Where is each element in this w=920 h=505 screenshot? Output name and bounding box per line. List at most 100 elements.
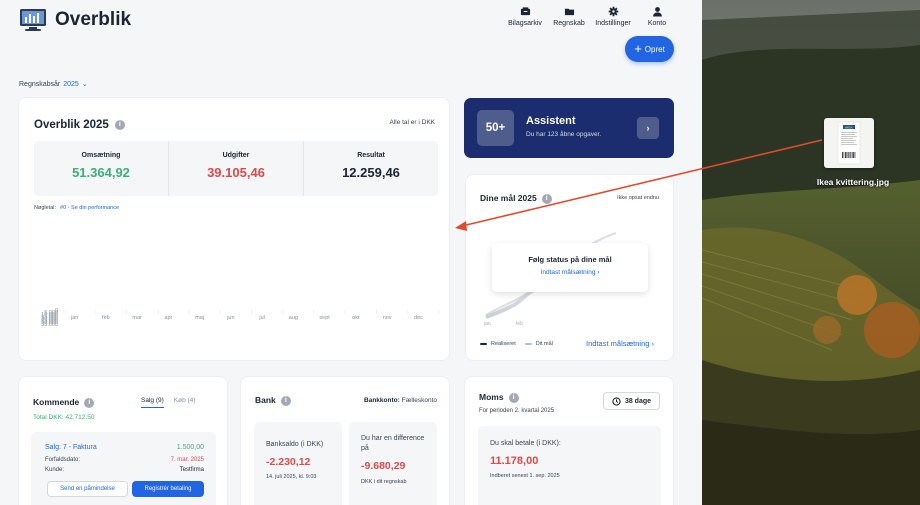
tab-sales[interactable]: Salg (9) (141, 397, 164, 408)
assistant-card[interactable]: 50+ Assistent Du har 123 åbne opgaver. › (464, 98, 674, 158)
kpi-expenses: Udgifter 39.105,46 (169, 141, 304, 196)
page-title: Overblik (55, 9, 132, 30)
bank-account-label: Bankkonto: (364, 397, 400, 404)
assistant-subtitle: Du har 123 åbne opgaver. (526, 131, 602, 138)
customer-label: Kunde: (45, 467, 65, 473)
archive-icon (520, 7, 530, 16)
performance-link[interactable]: #0 - Se din performance (60, 205, 119, 211)
invoice-amount: 1.500,00 (176, 444, 204, 451)
x-tick-label: jun (226, 315, 234, 321)
vat-pay-value: 11.178,00 (490, 455, 539, 467)
bank-balance-box: Banksaldo (i DKK) -2.230,12 14. juli 202… (254, 422, 342, 505)
nav-label: Konto (647, 20, 667, 27)
nav-label: Bilagsarkiv (508, 20, 542, 27)
x-tick-label: okt (352, 315, 360, 321)
assistant-task-badge: 50+ (477, 110, 514, 146)
vat-payment-box: Du skal betale (i DKK): 11.178,00 Indber… (478, 426, 661, 505)
goals-title: Dine mål 2025 i (480, 193, 552, 204)
goals-status: Ikke opsat endnu (617, 195, 659, 201)
bank-card: Bank i Bankkonto: Fælleskonto Banksaldo (… (240, 376, 450, 505)
bank-account-value: Fælleskonto (401, 397, 437, 404)
upcoming-item-header: Salg: 7 - Faktura 1.500,00 (45, 444, 204, 451)
receipt-thumbnail: IKEA (837, 121, 861, 165)
vat-period: For perioden 2. kvartal 2025 (479, 408, 555, 414)
desktop-background: IKEA Ikea kvittering.jpg (702, 0, 920, 505)
x-tick-label: jan (70, 315, 78, 321)
vat-card: Moms i For perioden 2. kvartal 2025 38 da… (464, 376, 674, 505)
upcoming-total: Total DKK: 42.712,50 (33, 414, 95, 421)
bank-balance-label: Banksaldo (i DKK) (266, 441, 324, 448)
nav-label: Indstillinger (595, 20, 631, 27)
info-icon[interactable]: i (508, 392, 519, 403)
x-tick-label: sept (319, 315, 330, 321)
tab-purchases[interactable]: Køb (4) (174, 397, 196, 408)
user-icon (652, 7, 662, 17)
info-icon[interactable]: i (280, 395, 291, 406)
overview-currency-note: Alle tal er i DKK (389, 119, 435, 126)
nav-indstillinger[interactable]: Indstillinger (591, 6, 635, 27)
y-tick-label: 0 (55, 308, 58, 314)
key-figures: Nøgletal: #0 - Se din performance (34, 205, 119, 211)
vat-title: Moms i (479, 392, 519, 403)
bank-title: Bank i (255, 395, 291, 406)
top-navigation: Bilagsarkiv Regnskab Indstillinger Konto (503, 6, 679, 27)
upcoming-card: Kommende i Salg (9) Køb (4) Total DKK: 42… (18, 376, 228, 505)
legend-goal-swatch (524, 343, 532, 345)
kpi-label: Resultat (357, 152, 385, 159)
goals-axis-label: jan (483, 321, 491, 327)
vat-days-remaining: 38 dage (603, 392, 660, 410)
x-tick-label: feb (102, 315, 110, 321)
customer-value: Testfirma (179, 467, 204, 473)
kpi-result: Resultat 12.259,46 (304, 141, 438, 196)
key-figures-label: Nøgletal: (34, 205, 57, 211)
goals-popup-link[interactable]: Indtast målsætning › (492, 269, 648, 276)
bank-title-text: Bank (255, 395, 276, 405)
info-icon[interactable]: i (84, 397, 95, 408)
info-icon[interactable]: i (114, 119, 125, 130)
goals-setup-popup: Følg status på dine mål Indtast målsætni… (492, 243, 648, 292)
kpi-value: 51.364,92 (72, 165, 130, 180)
nav-regnskab[interactable]: Regnskab (547, 6, 591, 27)
upcoming-tabs: Salg (9) Køb (4) (141, 397, 195, 408)
chevron-right-icon[interactable]: › (637, 117, 659, 139)
chevron-down-icon: ⌄ (81, 81, 88, 88)
goals-axis-label: feb (516, 321, 523, 327)
fiscal-year-selector[interactable]: Regnskabsår 2025 ⌄ (19, 80, 88, 88)
x-tick-label: dec (414, 315, 423, 321)
x-tick-label: nov (383, 315, 392, 321)
nav-konto[interactable]: Konto (635, 6, 679, 27)
nav-bilagsarkiv[interactable]: Bilagsarkiv (503, 6, 547, 27)
overview-card: Overblik 2025 i Alle tal er i DKK Omsætni… (18, 97, 450, 361)
overview-title-text: Overblik 2025 (34, 119, 109, 131)
folder-icon (564, 8, 574, 16)
send-reminder-button[interactable]: Send en påmindelse (47, 481, 128, 497)
bank-balance-date: 14. juli 2025, kl. 9:03 (266, 474, 317, 480)
receipt-file-icon[interactable]: IKEA (824, 118, 874, 168)
set-goal-link[interactable]: Indtast målsætning › (586, 339, 654, 348)
x-tick-label: aug (289, 315, 298, 321)
plus-icon: + (634, 41, 642, 56)
due-date-row: Forfaldsdato: 7. mar. 2025 (45, 457, 204, 463)
kpi-label: Udgifter (222, 152, 250, 159)
vat-days-text: 38 dage (624, 397, 652, 405)
create-button[interactable]: + Opret (625, 36, 674, 62)
vat-title-text: Moms (479, 392, 504, 402)
legend-actual-label: Realiseret (491, 341, 516, 347)
receipt-file-name: Ikea kvittering.jpg (816, 177, 890, 187)
assistant-title: Assistent (526, 115, 576, 127)
kpi-label: Omsætning (81, 152, 121, 159)
monthly-bar-chart: 35.00030.00025.00020.00015.00010.0005.00… (41, 308, 440, 328)
info-icon[interactable]: i (541, 193, 552, 204)
invoice-link[interactable]: Salg: 7 - Faktura (45, 444, 97, 451)
landscape-wallpaper (702, 0, 920, 505)
goals-title-text: Dine mål 2025 (480, 193, 537, 203)
vat-pay-label: Du skal betale (i DKK): (490, 440, 561, 447)
bank-difference-sub: DKK i dit regnskab (361, 479, 407, 485)
clock-icon (612, 396, 621, 406)
legend-actual-swatch (480, 343, 487, 345)
goals-legend: Realiseret Dit mål (480, 341, 553, 347)
register-payment-button[interactable]: Registrér betaling (132, 481, 204, 497)
bank-difference-box: Du har en difference på -9.680,29 DKK i … (349, 422, 437, 505)
kpi-revenue: Omsætning 51.364,92 (34, 141, 169, 196)
upcoming-item: Salg: 7 - Faktura 1.500,00 Forfaldsdato:… (31, 432, 216, 505)
